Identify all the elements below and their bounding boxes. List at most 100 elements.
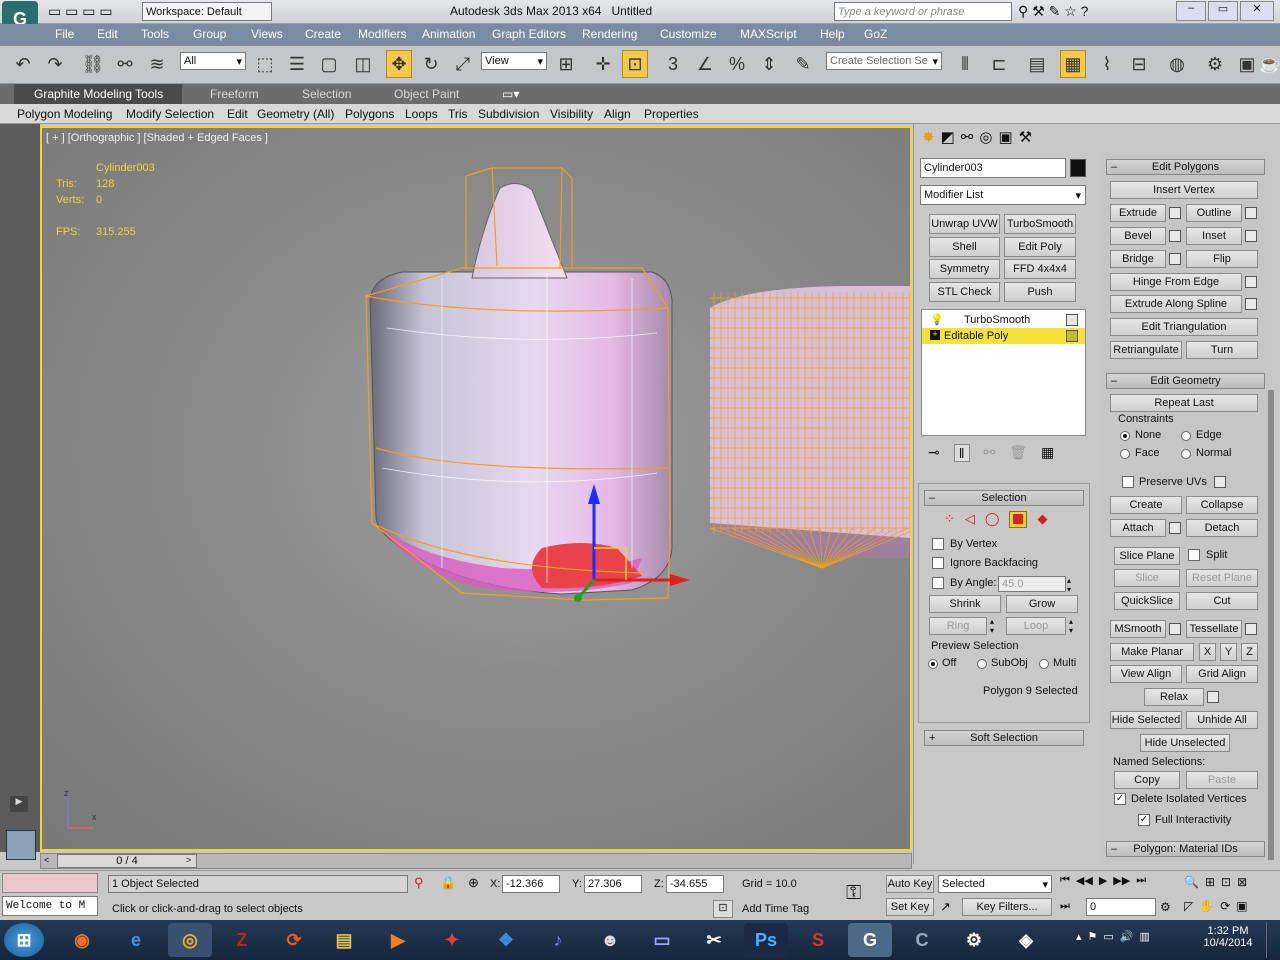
paste-button[interactable]: Paste bbox=[1186, 771, 1258, 789]
photoshop-icon[interactable]: Ps bbox=[744, 923, 788, 957]
attach-button[interactable]: Attach bbox=[1110, 519, 1166, 537]
time-slider-thumb[interactable]: 0 / 4 bbox=[57, 854, 197, 868]
repeat-last-button[interactable]: Repeat Last bbox=[1110, 394, 1258, 412]
extrude-button[interactable]: Extrude bbox=[1110, 204, 1166, 222]
remove-modifier-icon[interactable]: 🗑 bbox=[1009, 444, 1027, 462]
goto-start-icon[interactable]: ⏮ bbox=[1060, 874, 1070, 887]
selection-rollout-header[interactable]: – Selection bbox=[924, 490, 1084, 506]
prev-frame-icon[interactable]: ◀◀ bbox=[1076, 874, 1093, 887]
menu-goz[interactable]: GoZ bbox=[864, 27, 887, 41]
grow-button[interactable]: Grow bbox=[1006, 595, 1078, 613]
bottle-neck[interactable] bbox=[471, 183, 568, 279]
time-tag-icon[interactable]: ⊡ bbox=[713, 900, 733, 918]
maximize-viewport-icon[interactable]: ▣ bbox=[1236, 899, 1247, 913]
select-manipulate-icon[interactable]: ✛ bbox=[590, 50, 616, 78]
set-key-icon[interactable]: ⚿ bbox=[846, 882, 861, 905]
lock-icon[interactable]: 🔒 bbox=[440, 875, 456, 891]
firefox-icon[interactable]: ◉ bbox=[60, 923, 104, 957]
scale-icon[interactable]: ⤢ bbox=[450, 50, 476, 78]
slice-button[interactable]: Slice bbox=[1114, 569, 1180, 587]
ribbon-modify-selection[interactable]: Modify Selection bbox=[126, 107, 214, 121]
edit-geometry-header[interactable]: – Edit Geometry bbox=[1106, 373, 1265, 389]
unwrap-uvw-button[interactable]: Unwrap UVW bbox=[929, 214, 1000, 234]
expand-icon[interactable]: + bbox=[930, 330, 940, 340]
mirror-icon[interactable]: ⫴ bbox=[952, 50, 978, 78]
play-icon[interactable]: ▶ bbox=[1099, 874, 1107, 887]
hierarchy-tab-icon[interactable]: ⚯ bbox=[961, 128, 974, 146]
undo-icon[interactable]: ↶ bbox=[10, 50, 36, 78]
turbosmooth-button[interactable]: TurboSmooth bbox=[1004, 214, 1076, 234]
ffd-button[interactable]: FFD 4x4x4 bbox=[1004, 259, 1076, 279]
planar-x-button[interactable]: X bbox=[1199, 643, 1216, 661]
edge-level-icon[interactable]: ◁ bbox=[965, 511, 975, 528]
motion-tab-icon[interactable]: ◎ bbox=[979, 128, 992, 146]
ribbon-options-icon[interactable]: ▭▾ bbox=[502, 87, 519, 101]
hide-unselected-button[interactable]: Hide Unselected bbox=[1140, 734, 1230, 752]
key-filters-button[interactable]: Key Filters... bbox=[962, 898, 1052, 916]
constraint-none-radio[interactable] bbox=[1120, 431, 1130, 441]
planar-y-button[interactable]: Y bbox=[1220, 643, 1237, 661]
turn-button[interactable]: Turn bbox=[1186, 341, 1258, 359]
quick-access-icons[interactable]: ▭ ▭ ▭ ▭ bbox=[48, 3, 113, 20]
menu-views[interactable]: Views bbox=[251, 27, 283, 41]
absolute-mode-icon[interactable]: ⊕ bbox=[468, 875, 479, 891]
preserve-uvs-settings-icon[interactable] bbox=[1214, 476, 1226, 488]
unlink-icon[interactable]: ⚯ bbox=[112, 50, 138, 78]
outline-button[interactable]: Outline bbox=[1186, 204, 1242, 222]
reset-plane-button[interactable]: Reset Plane bbox=[1186, 569, 1258, 587]
y-coord-field[interactable]: 27.306 bbox=[584, 875, 642, 893]
ribbon-align[interactable]: Align bbox=[604, 107, 631, 121]
auto-key-button[interactable]: Auto Key bbox=[886, 875, 934, 893]
preview-off-radio[interactable] bbox=[928, 659, 938, 669]
app-icon-a[interactable]: ♪ bbox=[536, 923, 580, 957]
detach-button[interactable]: Detach bbox=[1186, 519, 1258, 537]
orbit-icon[interactable]: ⟳ bbox=[1220, 899, 1230, 913]
hinge-settings-icon[interactable] bbox=[1245, 276, 1257, 288]
maxscript-mini-listener[interactable]: Welcome to M bbox=[2, 896, 98, 916]
viewport-layout-icon[interactable] bbox=[6, 830, 36, 860]
ribbon-tris[interactable]: Tris bbox=[448, 107, 468, 121]
material-ids-header[interactable]: – Polygon: Material IDs bbox=[1106, 841, 1265, 857]
spinner-snap-icon[interactable]: ⇕ bbox=[756, 50, 782, 78]
show-desktop-button[interactable] bbox=[1266, 922, 1278, 958]
menu-maxscript[interactable]: MAXScript bbox=[740, 27, 797, 41]
msmooth-settings-icon[interactable] bbox=[1169, 623, 1181, 635]
ribbon-geometry-all[interactable]: Geometry (All) bbox=[257, 107, 334, 121]
rect-selection-icon[interactable]: ▢ bbox=[316, 50, 342, 78]
maxscript-listener-pink[interactable] bbox=[2, 873, 98, 893]
loop-spinner-icon[interactable]: ▴ ▾ bbox=[1069, 617, 1073, 635]
menu-file[interactable]: File bbox=[55, 27, 74, 41]
ribbon-edit[interactable]: Edit bbox=[227, 107, 248, 121]
curve-editor-icon[interactable]: ⌇ bbox=[1094, 50, 1120, 78]
stack-item-toggle-icon[interactable] bbox=[1066, 330, 1078, 342]
constraint-face-radio[interactable] bbox=[1120, 449, 1130, 459]
keyboard-shortcut-override-icon[interactable]: ⊡ bbox=[622, 50, 648, 78]
key-mode-toggle-icon[interactable]: ⏭ bbox=[1060, 900, 1070, 913]
split-checkbox[interactable] bbox=[1188, 549, 1200, 561]
constraint-normal-radio[interactable] bbox=[1181, 449, 1191, 459]
next-frame-icon[interactable]: ▶▶ bbox=[1113, 874, 1130, 887]
current-frame-field[interactable]: 0 bbox=[1086, 898, 1156, 916]
edit-polygons-header[interactable]: – Edit Polygons bbox=[1106, 159, 1265, 175]
tab-freeform[interactable]: Freeform bbox=[210, 87, 259, 101]
retriangulate-button[interactable]: Retriangulate bbox=[1110, 341, 1182, 359]
shell-button[interactable]: Shell bbox=[929, 237, 1000, 257]
push-button[interactable]: Push bbox=[1004, 282, 1076, 302]
insert-vertex-button[interactable]: Insert Vertex bbox=[1110, 181, 1258, 199]
by-angle-checkbox[interactable] bbox=[932, 577, 944, 589]
set-key-button[interactable]: Set Key bbox=[886, 898, 934, 916]
paint-app-icon[interactable]: ✦ bbox=[430, 923, 474, 957]
ring-button[interactable]: Ring bbox=[929, 617, 987, 635]
polygon-level-icon[interactable] bbox=[1009, 511, 1028, 528]
play-arrow-icon[interactable]: ▶ bbox=[10, 796, 28, 812]
move-icon[interactable]: ✥ bbox=[386, 50, 412, 78]
unhide-all-button[interactable]: Unhide All bbox=[1186, 711, 1258, 729]
preserve-uvs-checkbox[interactable] bbox=[1122, 476, 1134, 488]
cylinder-wireframe[interactable] bbox=[709, 286, 910, 569]
default-in-out-icon[interactable]: ↗ bbox=[940, 899, 951, 915]
file-explorer-icon[interactable]: ▤ bbox=[322, 923, 366, 957]
stl-check-button[interactable]: STL Check bbox=[929, 282, 1000, 302]
quickslice-button[interactable]: QuickSlice bbox=[1114, 592, 1180, 610]
bridge-button[interactable]: Bridge bbox=[1110, 250, 1166, 268]
ribbon-polygon-modeling[interactable]: Polygon Modeling bbox=[17, 107, 112, 121]
